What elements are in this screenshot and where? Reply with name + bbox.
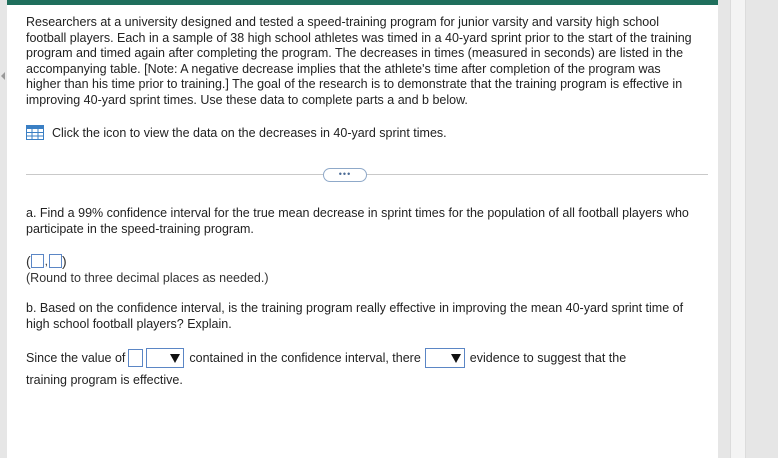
collapse-arrow-icon[interactable]: [1, 72, 5, 80]
section-divider: [26, 174, 708, 175]
top-accent-bar: [0, 0, 718, 5]
view-data-link[interactable]: Click the icon to view the data on the d…: [26, 125, 447, 140]
lower-bound-input[interactable]: [30, 254, 44, 268]
close-paren: ): [62, 253, 67, 269]
interval-comma: ,: [44, 254, 49, 268]
upper-bound-input[interactable]: [49, 254, 63, 268]
part-a-question: a. Find a 99% confidence interval for th…: [26, 206, 689, 236]
value-input[interactable]: [128, 349, 144, 367]
evidence-dropdown[interactable]: [424, 348, 465, 368]
confidence-interval-answer: ( , ): [26, 253, 67, 269]
part-b-answer-row: Since the value of contained in the conf…: [26, 347, 626, 369]
is-isnot-dropdown[interactable]: [146, 348, 185, 368]
right-scroll-panel: [718, 0, 778, 458]
expand-more-button[interactable]: •••: [323, 168, 367, 182]
part-b-question: b. Based on the confidence interval, is …: [26, 301, 684, 331]
chevron-down-icon[interactable]: [450, 353, 461, 363]
problem-intro: Researchers at a university designed and…: [26, 15, 692, 107]
left-collapse-bar[interactable]: [0, 0, 7, 458]
view-data-link-text[interactable]: Click the icon to view the data on the d…: [52, 126, 447, 140]
evidence-text: evidence to suggest that the: [469, 351, 627, 365]
contained-text: contained in the confidence interval, th…: [189, 351, 421, 365]
vertical-scrollbar[interactable]: [730, 0, 746, 458]
table-grid-icon[interactable]: [26, 125, 44, 140]
rounding-hint: (Round to three decimal places as needed…: [26, 271, 269, 285]
conclusion-text: training program is effective.: [26, 373, 183, 387]
since-text: Since the value of: [26, 351, 126, 365]
chevron-down-icon[interactable]: [170, 353, 181, 363]
